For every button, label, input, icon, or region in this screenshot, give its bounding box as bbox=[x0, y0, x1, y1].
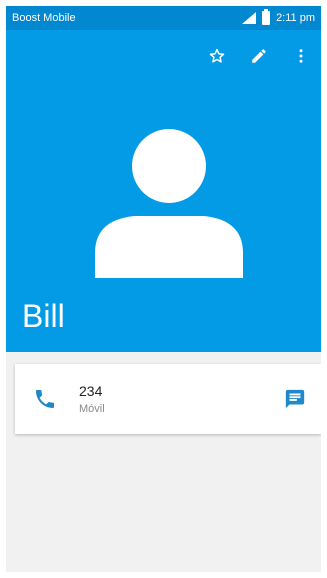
clock: 2:11 pm bbox=[276, 12, 315, 24]
phone-entry-card[interactable]: 234 Móvil bbox=[15, 364, 321, 434]
phone-entry-text: 234 Móvil bbox=[79, 383, 281, 415]
avatar-placeholder-icon bbox=[95, 129, 243, 278]
header-actions bbox=[203, 42, 315, 70]
status-indicators: 2:11 pm bbox=[242, 9, 315, 25]
contact-detail-screen: Boost Mobile 2:11 pm Bill 234 Móvil bbox=[6, 6, 321, 572]
more-vert-icon bbox=[299, 49, 303, 63]
send-message-button[interactable] bbox=[281, 385, 309, 413]
favorite-button[interactable] bbox=[203, 42, 231, 70]
phone-type: Móvil bbox=[79, 403, 105, 415]
contact-name: Bill bbox=[22, 298, 65, 334]
battery-icon bbox=[262, 9, 271, 25]
edit-button[interactable] bbox=[245, 42, 273, 70]
edit-icon bbox=[252, 49, 266, 63]
more-options-button[interactable] bbox=[287, 42, 315, 70]
status-bar: Boost Mobile 2:11 pm bbox=[6, 6, 321, 30]
phone-number: 234 bbox=[79, 383, 103, 399]
message-icon bbox=[285, 389, 305, 409]
contact-header: Bill bbox=[6, 30, 321, 352]
star-icon bbox=[209, 48, 225, 63]
phone-icon bbox=[36, 390, 54, 408]
carrier-label: Boost Mobile bbox=[12, 12, 76, 24]
signal-icon bbox=[242, 12, 257, 24]
